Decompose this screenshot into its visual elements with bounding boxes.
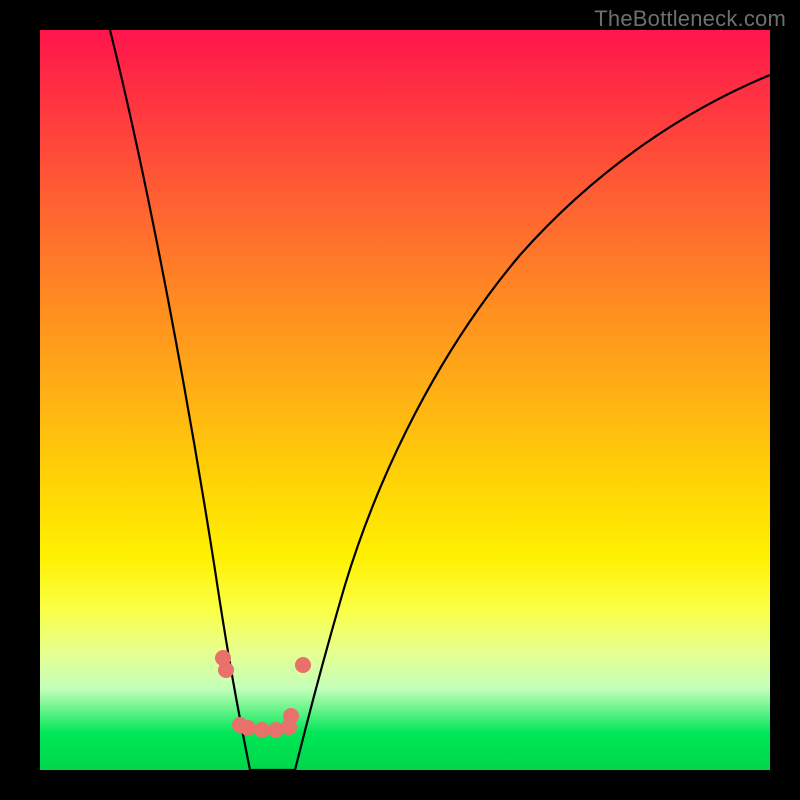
outer-frame: TheBottleneck.com bbox=[0, 0, 800, 800]
chart-plot-area bbox=[40, 30, 770, 770]
watermark-label: TheBottleneck.com bbox=[594, 6, 786, 32]
right-curve bbox=[295, 75, 770, 770]
chart-svg bbox=[40, 30, 770, 770]
point-p4 bbox=[240, 720, 256, 736]
point-p5 bbox=[254, 722, 270, 738]
point-p9 bbox=[295, 657, 311, 673]
point-p2 bbox=[218, 662, 234, 678]
point-p8 bbox=[283, 708, 299, 724]
